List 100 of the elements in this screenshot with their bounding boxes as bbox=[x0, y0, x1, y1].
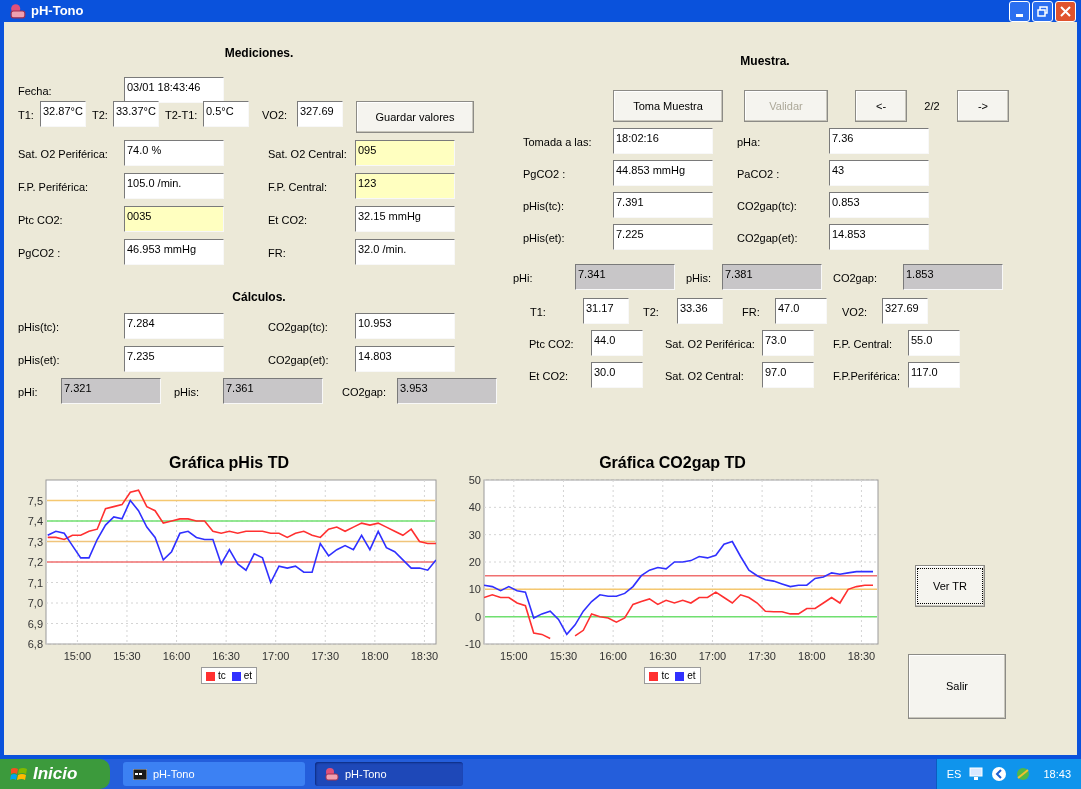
text-field[interactable]: 47.0 bbox=[775, 298, 827, 324]
text-field[interactable]: 105.0 /min. bbox=[124, 173, 224, 199]
legend-label: et bbox=[687, 670, 696, 681]
field-label: T1: bbox=[530, 305, 547, 320]
field-label: CO2gap(tc): bbox=[737, 199, 798, 214]
field-label: Sat. O2 Periférica: bbox=[18, 147, 109, 162]
restore-button[interactable] bbox=[1032, 0, 1053, 22]
text-field[interactable]: 327.69 bbox=[882, 298, 928, 324]
text-field[interactable]: 123 bbox=[355, 173, 455, 199]
field-label: Tomada a las: bbox=[523, 135, 593, 150]
axis-tick-label: 18:30 bbox=[410, 650, 439, 662]
axis-tick-label: 40 bbox=[468, 501, 481, 514]
text-field[interactable]: 7.341 bbox=[575, 264, 675, 290]
axis-tick-label: 18:30 bbox=[847, 650, 876, 662]
axis-tick-label: 16:00 bbox=[599, 650, 627, 662]
field-label: pHi: bbox=[513, 271, 534, 286]
taskbar-button[interactable]: pH-Tono bbox=[123, 762, 305, 786]
text-field[interactable]: 0.853 bbox=[829, 192, 929, 218]
button[interactable]: <- bbox=[855, 90, 907, 122]
text-field[interactable]: 46.953 mmHg bbox=[124, 239, 224, 265]
field-label: F.P.Periférica: bbox=[833, 369, 902, 384]
axis-tick-label: 20 bbox=[468, 556, 481, 568]
button[interactable]: -> bbox=[957, 90, 1009, 122]
axis-tick-label: 7,4 bbox=[27, 515, 43, 527]
text-field[interactable]: 32.15 mmHg bbox=[355, 206, 455, 232]
legend-swatch bbox=[231, 672, 241, 681]
field-label: Sat. O2 Periférica: bbox=[665, 337, 756, 352]
axis-tick-label: 7,1 bbox=[27, 576, 43, 589]
text-field[interactable]: 327.69 bbox=[297, 101, 343, 127]
field-label: PgCO2 : bbox=[523, 167, 567, 182]
text-field[interactable]: 73.0 bbox=[762, 330, 814, 356]
field-label: pHis(tc): bbox=[18, 320, 60, 335]
text-field[interactable]: 18:02:16 bbox=[613, 128, 713, 154]
field-label: F.P. Central: bbox=[268, 180, 329, 195]
field-label: Sat. O2 Central: bbox=[268, 147, 348, 162]
text-field[interactable]: 44.0 bbox=[591, 330, 643, 356]
text-field[interactable]: 7.361 bbox=[223, 378, 323, 404]
text-field[interactable]: 32.87°C bbox=[40, 101, 86, 127]
text-field[interactable]: 0035 bbox=[124, 206, 224, 232]
field-label: pHi: bbox=[18, 385, 39, 400]
taskbar-button[interactable]: pH-Tono bbox=[315, 762, 463, 786]
axis-tick-label: 16:30 bbox=[212, 650, 240, 662]
text-field[interactable]: 7.36 bbox=[829, 128, 929, 154]
field-label: Sat. O2 Central: bbox=[665, 369, 745, 384]
text-field[interactable]: 31.17 bbox=[583, 298, 629, 324]
text-field[interactable]: 7.235 bbox=[124, 346, 224, 372]
field-label: pHis(tc): bbox=[523, 199, 565, 214]
axis-tick-label: 7,2 bbox=[27, 556, 43, 568]
field-label: pHis(et): bbox=[523, 231, 566, 246]
text-field[interactable]: 97.0 bbox=[762, 362, 814, 388]
legend-swatch bbox=[649, 672, 659, 681]
axis-tick-label: -10 bbox=[465, 638, 481, 650]
axis-tick-label: 17:30 bbox=[311, 650, 340, 662]
text-field[interactable]: 0.5°C bbox=[203, 101, 249, 127]
field-label: VO2: bbox=[842, 305, 869, 320]
legend-swatch bbox=[675, 672, 685, 681]
axis-tick-label: 18:00 bbox=[361, 650, 389, 662]
button[interactable]: Guardar valores bbox=[356, 101, 474, 133]
field-label: pHis: bbox=[686, 271, 713, 286]
close-button[interactable] bbox=[1055, 0, 1076, 22]
text-field[interactable]: 7.284 bbox=[124, 313, 224, 339]
text-field[interactable]: 44.853 mmHg bbox=[613, 160, 713, 186]
text-field[interactable]: 7.321 bbox=[61, 378, 161, 404]
text-field[interactable]: 14.853 bbox=[829, 224, 929, 250]
text-field[interactable]: 30.0 bbox=[591, 362, 643, 388]
minimize-button[interactable] bbox=[1009, 0, 1030, 22]
text-field[interactable]: 7.225 bbox=[613, 224, 713, 250]
text-field[interactable]: 03/01 18:43:46 bbox=[124, 77, 224, 103]
text-field[interactable]: 7.381 bbox=[722, 264, 822, 290]
app-icon bbox=[10, 3, 26, 19]
text-field[interactable]: 14.803 bbox=[355, 346, 455, 372]
text-field[interactable]: 33.37°C bbox=[113, 101, 159, 127]
field-label: T2: bbox=[643, 305, 660, 320]
text-field[interactable]: 117.0 bbox=[908, 362, 960, 388]
button[interactable]: Toma Muestra bbox=[613, 90, 723, 122]
close-icon bbox=[1060, 5, 1071, 17]
field-label: pHa: bbox=[737, 135, 762, 150]
text-field[interactable]: 32.0 /min. bbox=[355, 239, 455, 265]
field-label: pHis: bbox=[174, 385, 201, 400]
text-field[interactable]: 55.0 bbox=[908, 330, 960, 356]
field-label: F.P. Periférica: bbox=[18, 180, 90, 195]
axis-tick-label: 15:00 bbox=[63, 650, 92, 662]
text-field[interactable]: 7.391 bbox=[613, 192, 713, 218]
axis-tick-label: 16:00 bbox=[162, 650, 191, 662]
field-label: FR: bbox=[268, 246, 287, 261]
text-field[interactable]: 095 bbox=[355, 140, 455, 166]
text-field[interactable]: 1.853 bbox=[903, 264, 1003, 290]
field-label: CO2gap: bbox=[833, 271, 879, 286]
text-field[interactable]: 3.953 bbox=[397, 378, 497, 404]
text-field[interactable]: 74.0 % bbox=[124, 140, 224, 166]
field-label: FR: bbox=[742, 305, 761, 320]
text-field[interactable]: 33.36 bbox=[677, 298, 723, 324]
start-button[interactable]: Inicio bbox=[0, 759, 110, 789]
text-field[interactable]: 10.953 bbox=[355, 313, 455, 339]
text-field[interactable]: 43 bbox=[829, 160, 929, 186]
action-button[interactable]: Salir bbox=[908, 654, 1006, 719]
axis-tick-label: 16:30 bbox=[649, 650, 677, 662]
axis-tick-label: 10 bbox=[468, 583, 481, 596]
field-label: CO2gap(et): bbox=[737, 231, 799, 246]
action-button[interactable]: Ver TR bbox=[915, 565, 985, 607]
